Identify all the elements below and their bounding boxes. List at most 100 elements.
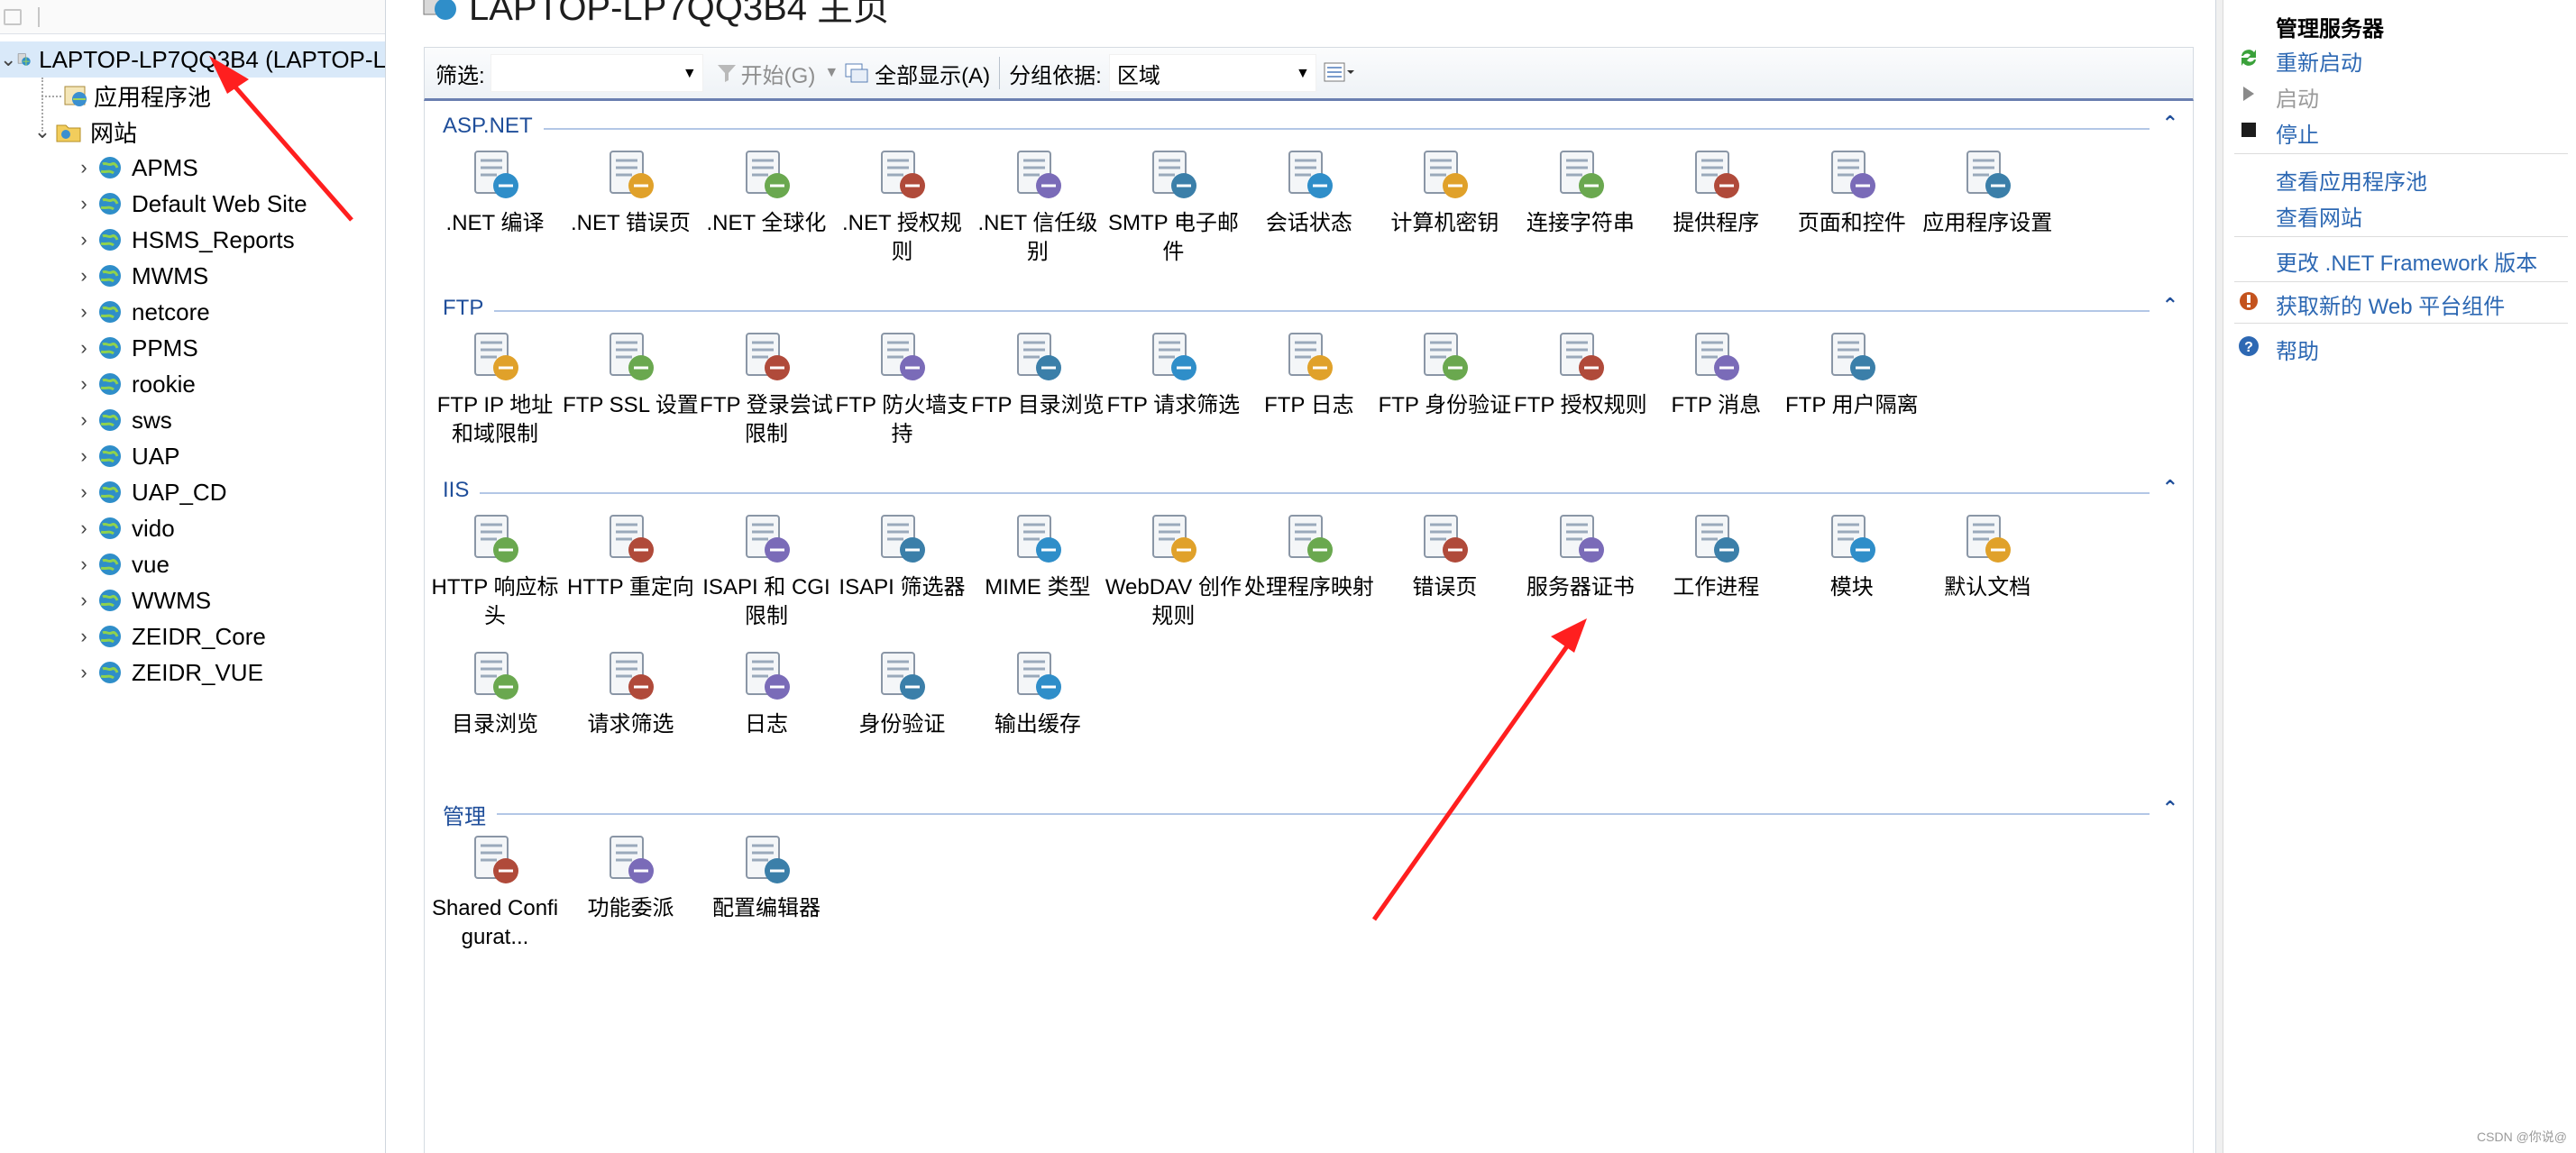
group-by-select[interactable]: 区域 ▼ xyxy=(1108,54,1316,92)
chevron-right-icon[interactable]: › xyxy=(72,192,96,215)
chevron-right-icon[interactable]: › xyxy=(72,408,96,432)
feature-tile[interactable]: .NET 编译 xyxy=(426,146,564,238)
pane-splitter[interactable] xyxy=(2216,0,2223,1153)
feature-tile[interactable]: 默认文档 xyxy=(1919,510,2056,602)
feature-tile[interactable]: 模块 xyxy=(1783,510,1921,602)
chevron-down-icon[interactable]: ⌄ xyxy=(31,120,54,143)
feature-tile[interactable]: .NET 错误页 xyxy=(562,146,699,238)
tree-node-site[interactable]: › UAP_CD xyxy=(72,474,226,510)
chevron-right-icon[interactable]: › xyxy=(72,517,96,540)
chevron-right-icon[interactable]: › xyxy=(72,625,96,648)
filter-input[interactable]: ▼ xyxy=(490,54,703,92)
collapse-icon[interactable]: ⌃ xyxy=(2162,112,2178,135)
collapse-icon[interactable]: ⌃ xyxy=(2162,476,2178,499)
get-components-link[interactable]: 获取新的 Web 平台组件 xyxy=(2276,288,2505,320)
group-header[interactable]: ASP.NET ⌃ xyxy=(425,108,2195,144)
dropdown-arrow-icon[interactable]: ▼ xyxy=(683,66,697,82)
feature-tile[interactable]: 目录浏览 xyxy=(426,647,564,739)
tree-node-site[interactable]: › vido xyxy=(72,510,174,546)
feature-tile[interactable]: 输出缓存 xyxy=(969,647,1106,739)
toolbar-icon[interactable] xyxy=(4,9,22,25)
chevron-right-icon[interactable]: › xyxy=(72,336,96,360)
feature-tile[interactable]: .NET 全球化 xyxy=(698,146,835,238)
feature-tile[interactable]: ISAPI 和 CGI 限制 xyxy=(698,510,835,631)
chevron-right-icon[interactable]: › xyxy=(72,589,96,612)
tree-node-site[interactable]: › vue xyxy=(72,546,170,582)
group-header[interactable]: 管理 ⌃ xyxy=(425,793,2195,830)
tree-node-site[interactable]: › PPMS xyxy=(72,330,197,366)
feature-tile[interactable]: FTP 防火墙支持 xyxy=(833,328,970,449)
tree-node-site[interactable]: › WWMS xyxy=(72,582,211,618)
feature-tile[interactable]: FTP 授权规则 xyxy=(1512,328,1649,420)
stop-link[interactable]: 停止 xyxy=(2276,117,2319,149)
group-header[interactable]: IIS ⌃ xyxy=(425,472,2195,508)
feature-tile[interactable]: 请求筛选 xyxy=(562,647,699,739)
feature-tile[interactable]: 应用程序设置 xyxy=(1919,146,2056,238)
tree-node-site[interactable]: › ZEIDR_VUE xyxy=(72,654,263,691)
dropdown-arrow-icon[interactable]: ▼ xyxy=(1296,66,1310,82)
collapse-icon[interactable]: ⌃ xyxy=(2162,294,2178,317)
collapse-icon[interactable]: ⌃ xyxy=(2162,797,2178,820)
tree-node-site[interactable]: › Default Web Site xyxy=(72,186,307,222)
feature-tile[interactable]: 提供程序 xyxy=(1647,146,1784,238)
feature-tile[interactable]: 配置编辑器 xyxy=(698,831,835,923)
feature-tile[interactable]: FTP 日志 xyxy=(1241,328,1378,420)
feature-tile[interactable]: 日志 xyxy=(698,647,835,739)
tree-node-site[interactable]: › sws xyxy=(72,402,171,438)
chevron-right-icon[interactable]: › xyxy=(72,661,96,684)
feature-tile[interactable]: FTP 目录浏览 xyxy=(969,328,1106,420)
view-app-pools-link[interactable]: 查看应用程序池 xyxy=(2276,164,2427,196)
show-all-button[interactable]: ▼ 全部显示(A) xyxy=(824,58,990,89)
feature-tile[interactable]: .NET 信任级别 xyxy=(969,146,1106,267)
go-button[interactable]: 开始(G) xyxy=(716,58,815,89)
chevron-right-icon[interactable]: › xyxy=(72,480,96,504)
tree-node-site[interactable]: › MWMS xyxy=(72,258,208,294)
chevron-right-icon[interactable]: › xyxy=(72,156,96,179)
feature-tile[interactable]: FTP SSL 设置 xyxy=(562,328,699,420)
start-link[interactable]: 启动 xyxy=(2276,81,2319,113)
feature-tile[interactable]: FTP 请求筛选 xyxy=(1105,328,1242,420)
feature-tile[interactable]: FTP 消息 xyxy=(1647,328,1784,420)
view-mode-button[interactable] xyxy=(1324,61,1354,85)
group-header[interactable]: FTP ⌃ xyxy=(425,290,2195,326)
feature-tile[interactable]: MIME 类型 xyxy=(969,510,1106,602)
tree-node-site[interactable]: › APMS xyxy=(72,150,197,186)
chevron-down-icon[interactable]: ⌄ xyxy=(0,48,16,71)
restart-link[interactable]: 重新启动 xyxy=(2276,45,2362,77)
feature-tile[interactable]: 错误页 xyxy=(1376,510,1513,602)
help-link[interactable]: 帮助 xyxy=(2276,334,2319,365)
tree-node-sites[interactable]: ⌄ 网站 xyxy=(31,114,137,150)
tree-node-site[interactable]: › rookie xyxy=(72,366,196,402)
feature-tile[interactable]: FTP 用户隔离 xyxy=(1783,328,1921,420)
feature-tile[interactable]: HTTP 重定向 xyxy=(562,510,699,602)
feature-tile[interactable]: 连接字符串 xyxy=(1512,146,1649,238)
dropdown-arrow-icon[interactable]: ▼ xyxy=(824,65,839,81)
tree-node-site[interactable]: › HSMS_Reports xyxy=(72,222,294,258)
chevron-right-icon[interactable]: › xyxy=(72,444,96,468)
chevron-right-icon[interactable]: › xyxy=(72,372,96,396)
feature-tile[interactable]: ISAPI 筛选器 xyxy=(833,510,970,602)
feature-tile[interactable]: FTP 登录尝试限制 xyxy=(698,328,835,449)
tree-node-site[interactable]: › netcore xyxy=(72,294,209,330)
feature-tile[interactable]: 页面和控件 xyxy=(1783,146,1921,238)
feature-tile[interactable]: 会话状态 xyxy=(1241,146,1378,238)
feature-tile[interactable]: .NET 授权规则 xyxy=(833,146,970,267)
feature-tile[interactable]: 处理程序映射 xyxy=(1241,510,1378,602)
feature-tile[interactable]: 计算机密钥 xyxy=(1376,146,1513,238)
feature-tile[interactable]: SMTP 电子邮件 xyxy=(1105,146,1242,267)
tree-node-site[interactable]: › ZEIDR_Core xyxy=(72,618,266,654)
change-framework-link[interactable]: 更改 .NET Framework 版本 xyxy=(2276,245,2537,277)
tree-node-app-pools[interactable]: 应用程序池 xyxy=(61,78,211,114)
feature-tile[interactable]: 工作进程 xyxy=(1647,510,1784,602)
feature-tile[interactable]: Shared Configurat... xyxy=(426,831,564,952)
chevron-right-icon[interactable]: › xyxy=(72,553,96,576)
feature-tile[interactable]: 功能委派 xyxy=(562,831,699,923)
tree-node-server[interactable]: ⌄ LAPTOP-LP7QQ3B4 (LAPTOP-L xyxy=(0,41,385,78)
feature-tile[interactable]: FTP IP 地址和域限制 xyxy=(426,328,564,449)
chevron-right-icon[interactable]: › xyxy=(72,228,96,252)
tree-node-site[interactable]: › UAP xyxy=(72,438,179,474)
chevron-right-icon[interactable]: › xyxy=(72,264,96,288)
chevron-right-icon[interactable]: › xyxy=(72,300,96,324)
feature-tile[interactable]: 身份验证 xyxy=(833,647,970,739)
feature-tile[interactable]: FTP 身份验证 xyxy=(1376,328,1513,420)
